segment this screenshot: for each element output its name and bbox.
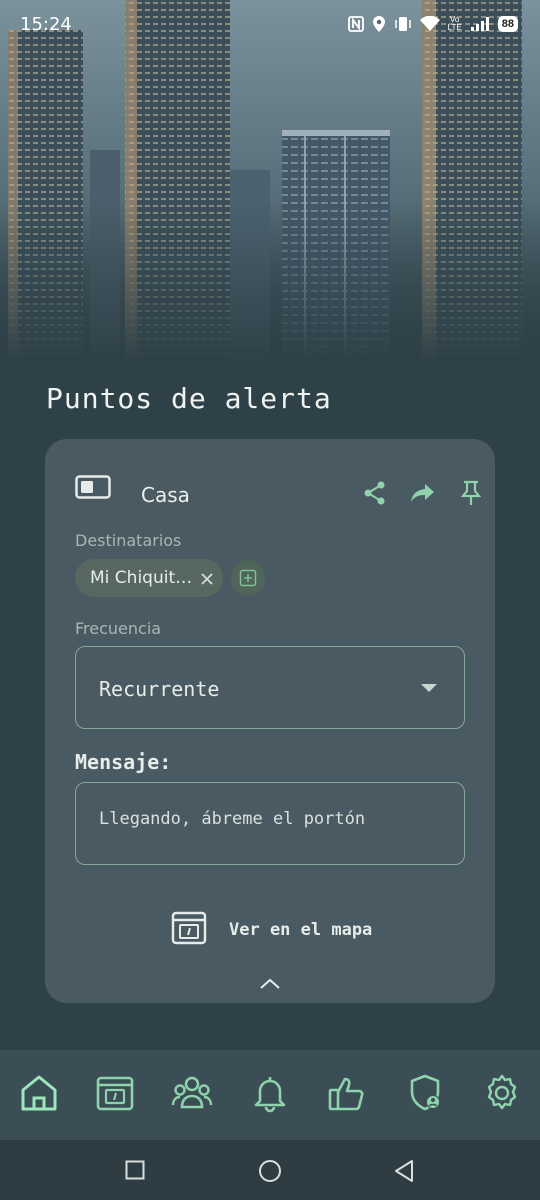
back-triangle-icon	[395, 1160, 413, 1182]
view-on-map-label: Ver en el mapa	[229, 920, 373, 940]
view-on-map-button[interactable]: Ver en el mapa	[171, 909, 391, 949]
toggle-switch[interactable]	[75, 475, 111, 503]
message-value: Llegando, ábreme el portón	[99, 809, 366, 829]
nav-map[interactable]	[93, 1071, 137, 1115]
forward-icon	[411, 484, 434, 502]
square-icon	[125, 1160, 145, 1180]
signal-icon	[470, 16, 490, 32]
add-box-icon	[239, 569, 257, 587]
share-icon	[364, 481, 385, 505]
nav-groups[interactable]	[170, 1071, 214, 1115]
back-system-button[interactable]	[393, 1159, 415, 1187]
collapse-button[interactable]	[258, 976, 282, 995]
recipients-label: Destinatarios	[75, 531, 182, 550]
home-icon	[21, 1075, 57, 1111]
share-button[interactable]	[361, 479, 389, 507]
add-recipient-button[interactable]	[231, 560, 265, 596]
frequency-select[interactable]: Recurrente	[75, 646, 465, 729]
message-field[interactable]: Llegando, ábreme el portón	[75, 782, 465, 865]
nfc-icon	[347, 16, 364, 32]
volte-indicator: Vo LTE	[448, 16, 462, 32]
nav-settings[interactable]	[480, 1071, 524, 1115]
map-card-icon	[171, 911, 207, 945]
nav-likes[interactable]	[325, 1071, 369, 1115]
alert-point-card: Casa Destinatarios Mi Chiquit… Frecuenci…	[45, 439, 495, 1003]
vibrate-icon	[394, 16, 412, 32]
recent-apps-button[interactable]	[125, 1160, 145, 1184]
recipient-chip[interactable]: Mi Chiquit…	[75, 559, 223, 597]
close-icon	[201, 573, 213, 585]
battery-indicator: 88	[497, 16, 518, 32]
volte-line2: LTE	[447, 23, 462, 32]
nav-alerts[interactable]	[248, 1071, 292, 1115]
thumbs-up-icon	[328, 1077, 364, 1111]
remove-recipient-button[interactable]	[200, 571, 214, 585]
page-title: Puntos de alerta	[46, 382, 332, 415]
system-nav-bar	[0, 1140, 540, 1200]
gear-icon	[487, 1074, 517, 1110]
location-icon	[372, 15, 386, 33]
bottom-nav	[0, 1050, 540, 1140]
chevron-up-icon	[260, 978, 280, 989]
home-system-button[interactable]	[258, 1159, 282, 1187]
pin-icon	[460, 480, 482, 505]
message-label: Mensaje:	[75, 750, 172, 774]
recipient-chip-label: Mi Chiquit…	[90, 568, 193, 588]
card-title: Casa	[141, 483, 190, 507]
status-bar: 15:24 Vo LTE 88	[0, 0, 540, 48]
circle-icon	[259, 1160, 281, 1182]
bell-icon	[254, 1077, 286, 1113]
header-city-image	[0, 0, 540, 360]
nav-security[interactable]	[403, 1071, 447, 1115]
shield-user-icon	[410, 1074, 440, 1111]
dropdown-arrow-icon	[421, 684, 437, 692]
pin-button[interactable]	[457, 479, 485, 507]
nav-home[interactable]	[17, 1071, 61, 1115]
map-card-icon	[96, 1076, 134, 1111]
forward-button[interactable]	[409, 479, 437, 507]
wifi-icon	[419, 16, 440, 32]
status-time: 15:24	[20, 13, 72, 35]
frequency-value: Recurrente	[99, 677, 220, 701]
card-header: Casa	[75, 475, 482, 509]
group-icon	[171, 1076, 213, 1109]
frequency-label: Frecuencia	[75, 619, 162, 638]
